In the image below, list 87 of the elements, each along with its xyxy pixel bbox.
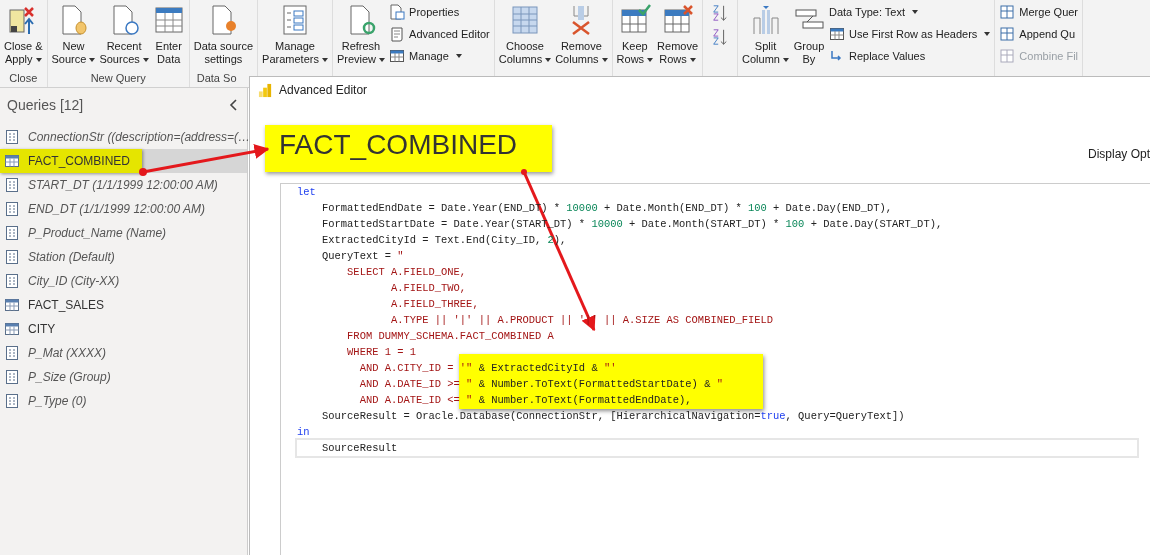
code-line: A.FIELD_TWO, xyxy=(389,281,467,296)
code-line: WHERE 1 = 1 xyxy=(346,345,416,360)
code-line: FROM DUMMY_SCHEMA.FACT_COMBINED A xyxy=(346,329,554,344)
code-line: SourceResult = Oracle.Database(ConnectionStr, [HierarchicalNavigation=true, Query=QueryText]) xyxy=(321,409,905,424)
query-item[interactable]: P_Size (Group) xyxy=(0,365,247,389)
code-line: let xyxy=(297,185,316,200)
ribbon-button[interactable]: Choose Columns xyxy=(497,0,553,70)
query-item[interactable]: P_Type (0) xyxy=(0,389,247,413)
combine-icon xyxy=(999,48,1016,64)
query-name: END_DT (1/1/1999 12:00:00 AM) xyxy=(28,202,205,216)
code-line: in xyxy=(297,425,310,440)
code-line: A.FIELD_THREE, xyxy=(389,297,479,312)
ribbon-button[interactable]: Enter Data xyxy=(151,0,186,70)
table-icon xyxy=(152,4,185,36)
query-name: P_Size (Group) xyxy=(28,370,111,384)
query-name: P_Type (0) xyxy=(28,394,87,408)
ribbon-button[interactable]: New Source xyxy=(50,0,97,70)
rows-remove-icon xyxy=(661,4,694,36)
ribbon-button[interactable]: Remove Rows xyxy=(656,0,700,70)
code-line: SELECT A.FIELD_ONE, xyxy=(346,265,467,280)
parameter-icon xyxy=(5,226,19,240)
query-item[interactable]: P_Product_Name (Name) xyxy=(0,221,247,245)
query-name: START_DT (1/1/1999 12:00:00 AM) xyxy=(28,178,218,192)
code-line: AND A.CITY_ID = '" & ExtractedCityId & "' xyxy=(358,361,617,376)
code-line: SourceResult xyxy=(297,440,1137,456)
group-label: New Query xyxy=(89,71,147,86)
table-icon xyxy=(5,154,19,168)
rows-check-icon xyxy=(618,4,651,36)
query-item[interactable]: CITY xyxy=(0,317,247,341)
parameter-icon xyxy=(5,274,19,288)
query-name: City_ID (City-XX) xyxy=(28,274,120,288)
bar-chart-icon xyxy=(258,82,273,98)
scroll-icon xyxy=(389,26,406,42)
merge-icon xyxy=(999,4,1016,20)
query-item[interactable]: Station (Default) xyxy=(0,245,247,269)
query-item[interactable]: FACT_COMBINED xyxy=(0,149,247,173)
query-item[interactable]: START_DT (1/1/1999 12:00:00 AM) xyxy=(0,173,247,197)
ribbon-button[interactable]: Advanced Editor xyxy=(388,25,491,43)
table-icon xyxy=(828,26,845,42)
ribbon-button[interactable]: Split Column xyxy=(741,0,790,70)
query-name: FACT_SALES xyxy=(28,298,105,312)
ribbon-button[interactable]: Use First Row as Headers xyxy=(827,25,992,43)
collapse-icon[interactable] xyxy=(229,98,239,112)
ribbon-button[interactable]: Data Type: Text xyxy=(827,3,992,21)
ribbon-button[interactable]: Close & Apply xyxy=(3,0,44,70)
query-name: Station (Default) xyxy=(28,250,115,264)
query-item[interactable]: P_Mat (XXXX) xyxy=(0,341,247,365)
table-icon xyxy=(5,322,19,336)
parameter-icon xyxy=(5,346,19,360)
query-name: FACT_COMBINED xyxy=(28,154,130,168)
query-name: P_Mat (XXXX) xyxy=(28,346,107,360)
parameter-icon xyxy=(5,250,19,264)
parameter-icon xyxy=(5,130,19,144)
code-editor[interactable] xyxy=(280,183,1150,555)
parameter-icon xyxy=(5,178,19,192)
append-icon xyxy=(999,26,1016,42)
ribbon-button[interactable]: Recent Sources xyxy=(98,0,150,70)
ribbon-button[interactable]: Append Qu xyxy=(998,25,1080,43)
table-icon xyxy=(389,48,406,64)
dialog-title: Advanced Editor xyxy=(279,83,368,97)
ribbon-button[interactable]: Group By xyxy=(791,0,826,70)
display-options-menu[interactable]: Display Opt xyxy=(1087,147,1150,161)
table-icon xyxy=(5,298,19,312)
ribbon-button[interactable]: Keep Rows xyxy=(615,0,655,70)
callout-label: FACT_COMBINED xyxy=(265,125,552,172)
ribbon-button[interactable]: Properties xyxy=(388,3,491,21)
parameter-icon xyxy=(5,202,19,216)
parameter-icon xyxy=(5,370,19,384)
query-item[interactable]: END_DT (1/1/1999 12:00:00 AM) xyxy=(0,197,247,221)
pane-title: Queries [12] xyxy=(7,97,84,113)
parameter-icon xyxy=(5,394,19,408)
group-label: Data So xyxy=(195,71,238,86)
ribbon-button[interactable]: Data source settings xyxy=(192,0,255,70)
query-item[interactable]: FACT_SALES xyxy=(0,293,247,317)
query-name: CITY xyxy=(28,322,56,336)
ribbon-button[interactable]: Manage xyxy=(388,47,491,65)
group-label: Close xyxy=(8,71,39,86)
query-name: P_Product_Name (Name) xyxy=(28,226,167,240)
properties-icon xyxy=(389,4,406,20)
ribbon-button[interactable]: Replace Values xyxy=(827,47,992,65)
ribbon-button[interactable]: Refresh Preview xyxy=(335,0,387,70)
ribbon-button[interactable]: Merge Quer xyxy=(998,3,1080,21)
ribbon-button[interactable]: Remove Columns xyxy=(554,0,609,70)
query-item[interactable]: City_ID (City-XX) xyxy=(0,269,247,293)
code-line: ExtractedCityId = Text.End(City_ID, 2), xyxy=(321,233,567,248)
ribbon-button[interactable]: Manage Parameters xyxy=(261,0,329,70)
code-line: QueryText = " xyxy=(321,249,404,264)
